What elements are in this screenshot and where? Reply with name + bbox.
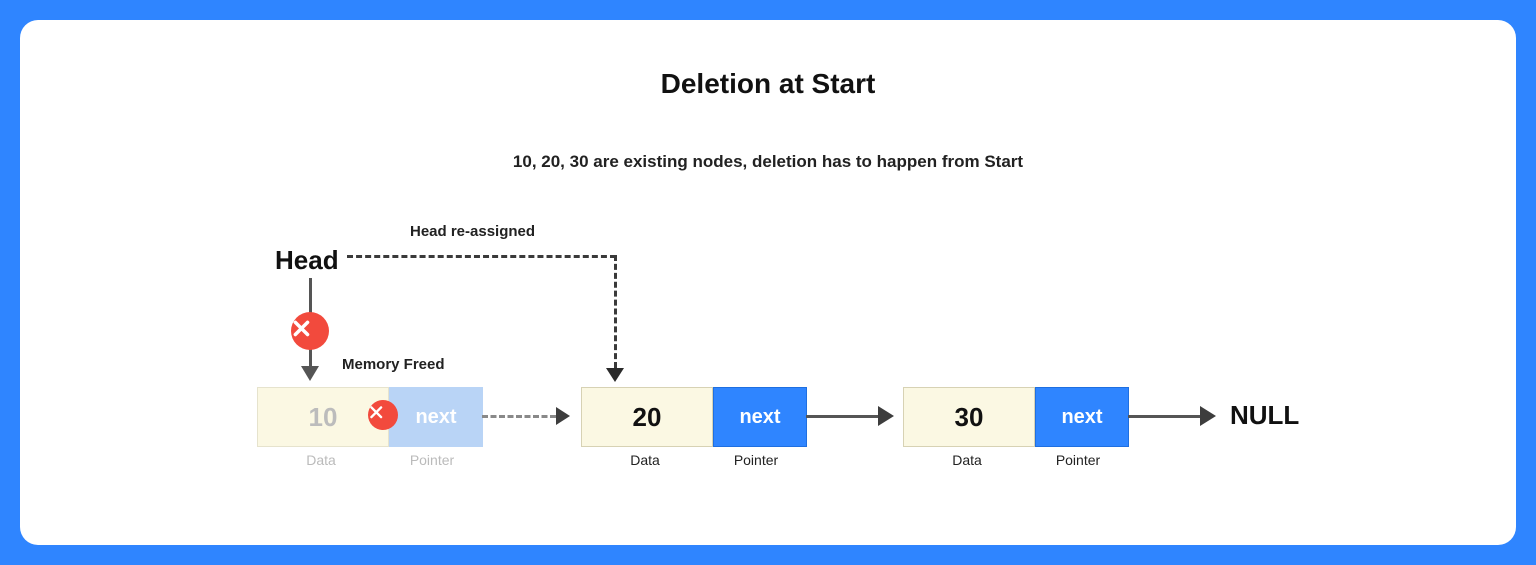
diagram-subtitle: 10, 20, 30 are existing nodes, deletion …: [20, 152, 1516, 172]
node-2: 20 next: [580, 386, 808, 448]
data-column-label: Data: [580, 452, 710, 468]
dashed-link-1-2-arrowhead-icon: [556, 407, 570, 425]
node-sublabels-2: Data Pointer: [580, 452, 802, 468]
node-next-label: next: [739, 406, 780, 429]
close-icon: [291, 318, 329, 344]
pointer-column-label: Pointer: [386, 452, 478, 468]
data-column-label: Data: [256, 452, 386, 468]
node-sublabels-1: Data Pointer: [256, 452, 478, 468]
node-next-cell: next: [389, 387, 483, 447]
null-label: NULL: [1230, 400, 1299, 431]
memory-freed-label: Memory Freed: [342, 356, 445, 373]
head-label: Head: [275, 245, 339, 276]
node-3: 30 next: [902, 386, 1130, 448]
delete-badge-head: [291, 312, 329, 350]
node-sublabels-3: Data Pointer: [902, 452, 1124, 468]
node-next-label: next: [415, 406, 456, 429]
node-value: 30: [955, 402, 984, 433]
diagram-panel: Deletion at Start 10, 20, 30 are existin…: [20, 20, 1516, 545]
link-2-3: [806, 415, 878, 418]
node-value: 20: [633, 402, 662, 433]
dashed-arrowhead-down-icon: [606, 368, 624, 382]
link-3-null-arrowhead-icon: [1200, 406, 1216, 426]
node-next-cell: next: [713, 387, 807, 447]
pointer-column-label: Pointer: [710, 452, 802, 468]
head-down-arrowhead-icon: [301, 366, 319, 381]
diagram-title: Deletion at Start: [20, 68, 1516, 100]
node-value: 10: [309, 402, 338, 433]
head-reassigned-label: Head re-assigned: [410, 223, 535, 240]
link-3-null: [1128, 415, 1200, 418]
dashed-line-horizontal: [347, 255, 616, 258]
dashed-link-1-2: [482, 415, 556, 418]
delete-badge-node: [368, 400, 398, 430]
data-column-label: Data: [902, 452, 1032, 468]
link-2-3-arrowhead-icon: [878, 406, 894, 426]
node-data-cell: 20: [581, 387, 713, 447]
node-next-cell: next: [1035, 387, 1129, 447]
close-icon: [368, 404, 398, 426]
dashed-line-vertical: [614, 255, 617, 368]
node-next-label: next: [1061, 406, 1102, 429]
node-data-cell: 30: [903, 387, 1035, 447]
pointer-column-label: Pointer: [1032, 452, 1124, 468]
